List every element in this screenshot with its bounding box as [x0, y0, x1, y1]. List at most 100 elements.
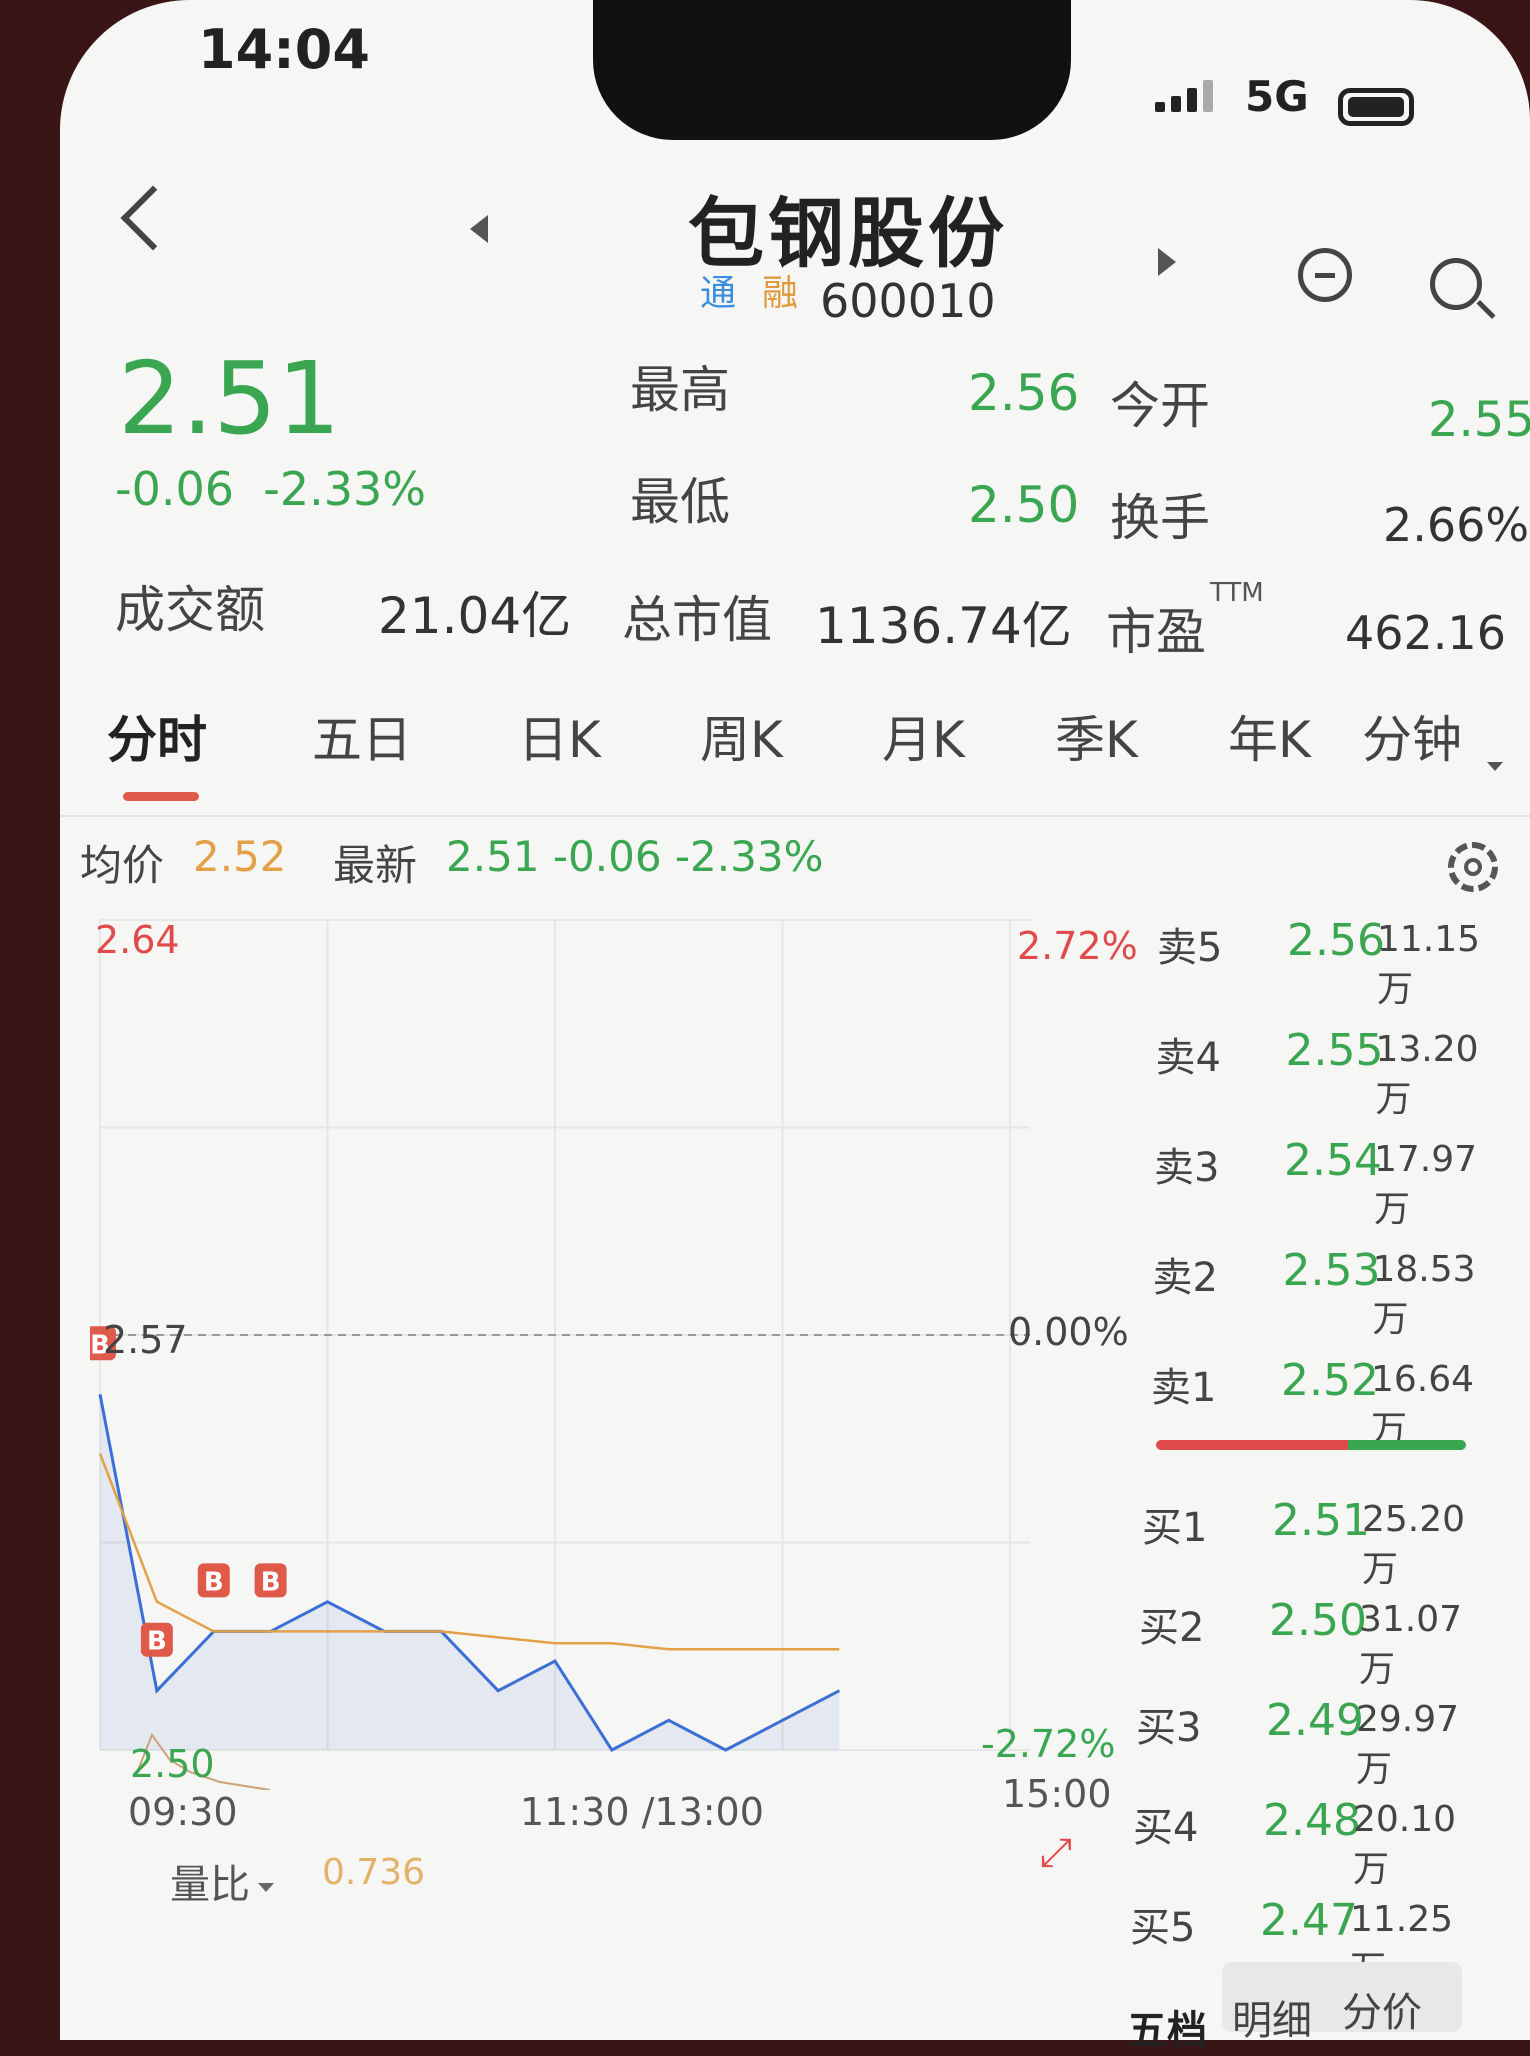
ask-label: 卖4 [1155, 1035, 1221, 1081]
buy-marker: B [197, 1563, 230, 1598]
ask-row[interactable]: 卖5 2.56 11.15万 [1157, 915, 1487, 1010]
tab-yearly-k[interactable]: 年K [1228, 700, 1311, 772]
bid-row[interactable]: 买3 2.49 29.97万 [1136, 1695, 1466, 1790]
tab-price-distribution[interactable]: 分价 [1342, 1980, 1422, 2038]
ask-price: 2.56 [1287, 915, 1385, 966]
bid-price: 2.48 [1263, 1795, 1361, 1846]
bid-label: 买3 [1136, 1705, 1202, 1751]
network-type: 5G [1245, 72, 1309, 121]
price-change: -0.06 -2.33% [115, 462, 426, 516]
pct-label-bottom: -2.72% [981, 1722, 1116, 1766]
bid-price: 2.47 [1260, 1895, 1358, 1946]
pct-label-mid: 0.00% [1008, 1310, 1129, 1354]
minute-dropdown-icon[interactable] [1487, 762, 1503, 771]
y-label-mid: 2.57 [103, 1318, 188, 1362]
y-label-top: 2.64 [95, 918, 180, 962]
bid-volume: 29.97万 [1356, 1699, 1460, 1790]
bid-label: 买1 [1142, 1505, 1208, 1551]
change-value: -0.06 [115, 462, 235, 516]
tab-monthly-k[interactable]: 月K [882, 700, 965, 772]
ask-volume: 13.20万 [1375, 1029, 1479, 1120]
high-value: 2.56 [968, 364, 1080, 422]
pct-label-top: 2.72% [1017, 924, 1138, 968]
vol-ratio-dropdown-icon [258, 1882, 274, 1892]
turnover-value: 2.66% [1383, 498, 1530, 552]
buy-marker-label: B [204, 1567, 224, 1597]
vol-ratio-label: 量比 [170, 1862, 250, 1908]
ask-label: 卖1 [1151, 1365, 1217, 1411]
low-label: 最低 [630, 473, 730, 531]
tab-minute[interactable]: 分钟 [1362, 700, 1462, 772]
buy-marker: B [254, 1563, 287, 1598]
active-tab-indicator [123, 792, 199, 801]
avg-value: 2.52 [193, 832, 287, 881]
bid-label: 买5 [1130, 1905, 1196, 1951]
ask-label: 卖5 [1157, 925, 1223, 971]
x-label-mid: 11:30 /13:00 [520, 1790, 764, 1834]
tab-weekly-k[interactable]: 周K [700, 700, 783, 772]
buy-marker-label: B [147, 1627, 167, 1657]
tab-daily-k[interactable]: 日K [518, 700, 601, 772]
dynamic-island [593, 0, 1071, 140]
orderbook-tabs: 五档 明细 分价 [1122, 1962, 1462, 2054]
bid-row[interactable]: 买4 2.48 20.10万 [1133, 1795, 1463, 1890]
tab-quarterly-k[interactable]: 季K [1055, 700, 1138, 772]
signal-icon [1155, 80, 1213, 112]
bid-price: 2.50 [1269, 1595, 1367, 1646]
latest-label: 最新 [333, 841, 418, 890]
search-icon[interactable] [1430, 258, 1482, 310]
open-label: 今开 [1110, 377, 1210, 435]
current-price: 2.51 [118, 340, 341, 457]
latest-price: 2.51 [446, 832, 540, 881]
bid-price: 2.49 [1266, 1695, 1364, 1746]
mktcap-label: 总市值 [622, 591, 772, 649]
gear-icon[interactable] [1448, 842, 1498, 892]
chart-svg: BBB B [84, 919, 1030, 1791]
vol-ratio-selector[interactable]: 量比 [170, 1852, 274, 1910]
expand-icon[interactable]: ⤢ [1040, 1830, 1072, 1876]
next-stock-icon[interactable] [1158, 248, 1176, 276]
ask-label: 卖2 [1152, 1255, 1218, 1301]
tab-five-day[interactable]: 五日 [312, 700, 412, 772]
tab-details[interactable]: 明细 [1232, 1988, 1312, 2046]
latest-values: 2.51 -0.06 -2.33% [446, 832, 824, 881]
vol-ratio-value: 0.736 [322, 1852, 426, 1893]
ask-row[interactable]: 卖1 2.52 16.64万 [1151, 1355, 1481, 1450]
ask-price: 2.54 [1284, 1135, 1382, 1186]
amount-label: 成交额 [115, 581, 265, 639]
pe-label: 市盈 [1106, 603, 1206, 661]
tag-rong: 融 [762, 273, 799, 314]
bid-row[interactable]: 买52.4711.25万 [1130, 1895, 1460, 1990]
ask-price: 2.53 [1282, 1245, 1381, 1296]
bid-row[interactable]: 买2 2.50 31.07万 [1139, 1595, 1469, 1690]
pe-value: 462.16 [1345, 606, 1506, 660]
high-label: 最高 [630, 361, 730, 419]
stock-code: 600010 [820, 274, 996, 328]
low-value: 2.50 [968, 476, 1080, 534]
ask-volume: 16.64万 [1371, 1359, 1475, 1450]
tab-five-levels[interactable]: 五档 [1127, 1998, 1207, 2056]
ask-row[interactable]: 卖3 2.54 17.97万 [1154, 1135, 1484, 1230]
ask-volume: 17.97万 [1374, 1139, 1478, 1230]
bid-volume: 31.07万 [1359, 1599, 1463, 1690]
buy-marker-label: B [261, 1567, 281, 1597]
change-pct: -2.33% [263, 462, 427, 516]
remove-watchlist-icon[interactable] [1298, 248, 1352, 302]
ask-row[interactable]: 卖4 2.55 13.20万 [1155, 1025, 1486, 1120]
y-label-bottom: 2.50 [130, 1742, 215, 1786]
bid-row[interactable]: 买1 2.51 25.20万 [1142, 1495, 1472, 1590]
amount-value: 21.04亿 [378, 587, 572, 645]
latest-change: -0.06 [552, 832, 662, 881]
avg-line [98, 1453, 840, 1651]
ask-row[interactable]: 卖2 2.53 18.53万 [1152, 1245, 1483, 1340]
divider [60, 815, 1530, 817]
buy-marker: B [140, 1622, 173, 1657]
intraday-chart[interactable]: BBBB 2.64 2.72% 2.57 0.00% 2.50 -2.72% [84, 910, 1138, 1791]
tab-intraday[interactable]: 分时 [107, 700, 207, 772]
ask-volume: 18.53万 [1372, 1249, 1476, 1340]
prev-stock-icon[interactable] [470, 215, 488, 243]
battery-icon [1338, 88, 1414, 126]
tag-tong: 通 [700, 273, 737, 314]
buy-sell-ratio-bar [1156, 1440, 1466, 1450]
bid-price: 2.51 [1272, 1495, 1370, 1546]
